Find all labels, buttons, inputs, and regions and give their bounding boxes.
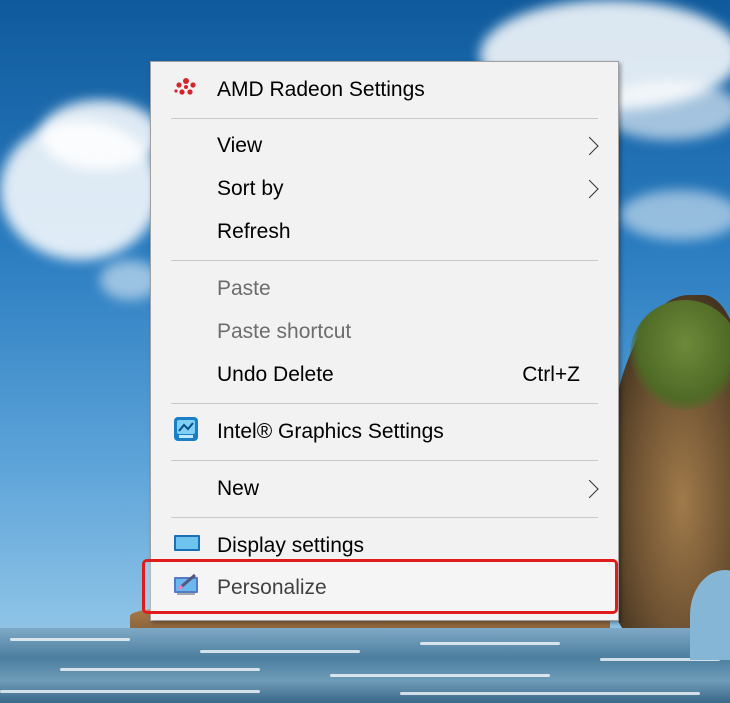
- cloud: [40, 100, 160, 170]
- menu-item-label: Intel® Graphics Settings: [217, 420, 444, 443]
- display-settings-icon: [173, 533, 201, 559]
- menu-item-label: View: [217, 134, 263, 157]
- chevron-right-icon: [580, 479, 599, 499]
- wave: [10, 638, 130, 641]
- menu-item-paste-shortcut: Paste shortcut: [151, 312, 618, 352]
- chevron-right-icon: [580, 136, 599, 156]
- wave: [420, 642, 560, 645]
- cloud: [620, 190, 730, 240]
- menu-item-new[interactable]: New: [151, 469, 618, 509]
- menu-item-amd-radeon-settings[interactable]: AMD Radeon Settings: [151, 70, 618, 110]
- menu-item-label: Sort by: [217, 177, 284, 200]
- menu-item-label: AMD Radeon Settings: [217, 78, 425, 101]
- wave: [0, 690, 260, 693]
- intel-graphics-icon: [173, 416, 199, 448]
- menu-item-label: Undo Delete: [217, 363, 334, 386]
- menu-separator: [171, 460, 598, 461]
- menu-item-label: New: [217, 477, 260, 500]
- wave: [400, 692, 700, 695]
- wave: [200, 650, 360, 653]
- menu-separator: [171, 260, 598, 261]
- chevron-right-icon: [580, 179, 599, 199]
- menu-separator: [171, 517, 598, 518]
- context-menu: AMD Radeon Settings View Sort by Refresh…: [150, 61, 619, 621]
- menu-separator: [171, 403, 598, 404]
- menu-item-refresh[interactable]: Refresh: [151, 212, 618, 252]
- menu-item-label: Paste: [217, 277, 271, 300]
- menu-item-label: Display settings: [217, 534, 365, 557]
- highlight-box: [142, 559, 618, 614]
- sea: [0, 628, 730, 703]
- menu-item-label: Refresh: [217, 220, 291, 243]
- wave: [330, 674, 550, 677]
- cloud: [600, 80, 730, 140]
- amd-radeon-icon: [173, 76, 199, 104]
- menu-item-intel-graphics-settings[interactable]: Intel® Graphics Settings: [151, 412, 618, 452]
- menu-item-label: Paste shortcut: [217, 320, 352, 343]
- menu-separator: [171, 118, 598, 119]
- menu-item-view[interactable]: View: [151, 126, 618, 166]
- menu-item-paste: Paste: [151, 269, 618, 309]
- menu-item-sort-by[interactable]: Sort by: [151, 169, 618, 209]
- keyboard-shortcut: Ctrl+Z: [522, 363, 580, 386]
- rock-grass: [630, 300, 730, 410]
- wave: [60, 668, 260, 671]
- menu-item-undo-delete[interactable]: Undo Delete Ctrl+Z: [151, 355, 618, 395]
